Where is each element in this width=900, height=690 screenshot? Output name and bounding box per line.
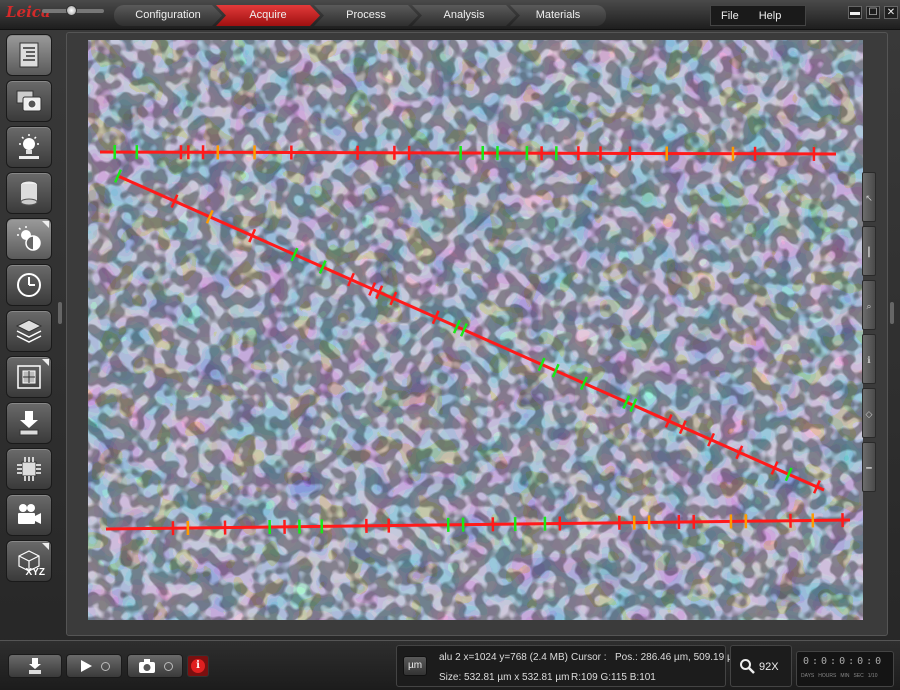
close-button[interactable]: ✕ bbox=[884, 6, 898, 19]
camera-capture-icon bbox=[16, 90, 42, 112]
magnifier-icon bbox=[740, 659, 755, 674]
download-save-icon bbox=[19, 411, 39, 436]
intercept-line-1 bbox=[99, 150, 837, 156]
document-list-icon bbox=[19, 42, 39, 68]
strip-button-3d[interactable]: ◇ bbox=[862, 388, 876, 438]
menu-help[interactable]: Help bbox=[749, 6, 792, 25]
right-panel-handle[interactable] bbox=[890, 302, 894, 324]
image-size: Size: 532.81 µm x 532.81 µm bbox=[439, 672, 570, 683]
menu-file[interactable]: File bbox=[711, 6, 749, 25]
timer-label-days: DAYS bbox=[801, 673, 815, 679]
save-button[interactable] bbox=[8, 654, 62, 678]
cursor-rgb: R:109 G:115 B:101 bbox=[571, 672, 656, 683]
cursor-label: Cursor : bbox=[571, 652, 607, 663]
capture-indicator-icon bbox=[163, 661, 173, 671]
grid-overlay-icon bbox=[17, 365, 41, 389]
timer-label-min: MIN bbox=[840, 673, 850, 679]
download-save-icon bbox=[29, 658, 41, 674]
tab-materials[interactable]: Materials bbox=[510, 5, 606, 26]
status-bar: i µm alu 2 x=1024 y=768 (2.4 MB) Size: 5… bbox=[0, 640, 900, 690]
left-toolbar: XYZ bbox=[6, 34, 56, 586]
pointer-icon: ↖ bbox=[865, 193, 873, 203]
video-record-button[interactable] bbox=[6, 494, 52, 536]
window-controls: ▬ ☐ ✕ bbox=[848, 6, 898, 19]
tab-label: Materials bbox=[535, 9, 581, 21]
timer-label-sec: SEC bbox=[853, 673, 864, 679]
expand-corner-icon bbox=[42, 221, 49, 228]
minimize-button[interactable]: ▬ bbox=[848, 6, 862, 19]
leica-logo: Leica bbox=[6, 3, 51, 21]
illumination-icon bbox=[19, 134, 39, 159]
ui-scale-slider-knob[interactable] bbox=[66, 5, 77, 16]
chip-icon bbox=[17, 457, 41, 481]
timer-label-hours: HOURS bbox=[818, 673, 837, 679]
illumination-button[interactable] bbox=[6, 126, 52, 168]
workflow-tabs: Configuration Acquire Process Analysis M… bbox=[114, 5, 606, 26]
info-icon: i bbox=[191, 659, 205, 673]
timer-labels: DAYS HOURS MIN SEC 1/10 bbox=[801, 673, 878, 679]
timer-digits: 0:0:0:0:0 bbox=[803, 656, 885, 667]
tab-label: Process bbox=[346, 9, 386, 21]
title-bar: Leica Configuration Acquire Process Anal… bbox=[0, 0, 900, 30]
strip-button-ruler[interactable]: ┃ bbox=[862, 226, 876, 276]
xyz-label: XYZ bbox=[25, 567, 45, 578]
image-info: alu 2 x=1024 y=768 (2.4 MB) bbox=[439, 652, 568, 663]
zoom-level: 92X bbox=[759, 661, 779, 673]
strip-button-zoom[interactable]: ⌕ bbox=[862, 280, 876, 330]
video-camera-icon bbox=[18, 504, 41, 524]
live-play-button[interactable] bbox=[66, 654, 122, 678]
live-indicator-icon bbox=[100, 661, 110, 671]
tab-label: Acquire bbox=[249, 9, 287, 21]
info-button[interactable]: i bbox=[187, 655, 209, 677]
tab-configuration[interactable]: Configuration bbox=[114, 5, 222, 26]
timer-display: 0:0:0:0:0 DAYS HOURS MIN SEC 1/10 bbox=[796, 651, 894, 687]
hardware-button[interactable] bbox=[6, 448, 52, 490]
brightness-contrast-button[interactable] bbox=[6, 218, 52, 260]
tab-label: Configuration bbox=[135, 9, 201, 21]
strip-button-scale[interactable]: ━ bbox=[862, 442, 876, 492]
storage-cylinder-icon bbox=[20, 180, 38, 206]
microscope-image[interactable] bbox=[88, 40, 863, 620]
zoom-panel[interactable]: 92X bbox=[730, 645, 792, 687]
tab-process[interactable]: Process bbox=[314, 5, 418, 26]
save-image-button[interactable] bbox=[6, 402, 52, 444]
expand-corner-icon bbox=[42, 359, 49, 366]
image-status-panel: µm alu 2 x=1024 y=768 (2.4 MB) Size: 532… bbox=[396, 645, 741, 687]
maximize-button[interactable]: ☐ bbox=[866, 6, 880, 19]
storage-button[interactable] bbox=[6, 172, 52, 214]
camera-icon bbox=[138, 659, 155, 673]
play-icon bbox=[80, 660, 92, 672]
magnifier-icon: ⌕ bbox=[866, 301, 872, 311]
grain-boundaries bbox=[88, 40, 863, 620]
scale-bar-icon: ━ bbox=[866, 463, 872, 473]
layers-icon bbox=[15, 319, 43, 343]
camera-capture-button[interactable] bbox=[6, 80, 52, 122]
tab-label: Analysis bbox=[443, 9, 485, 21]
brightness-contrast-icon bbox=[17, 226, 41, 251]
right-tool-strip: ↖ ┃ ⌕ ℹ ◇ ━ bbox=[862, 172, 876, 492]
clock-icon bbox=[17, 273, 41, 297]
application-window: Leica Configuration Acquire Process Anal… bbox=[0, 0, 900, 690]
document-list-button[interactable] bbox=[6, 34, 52, 76]
grain-micrograph bbox=[88, 40, 863, 620]
unit-toggle-button[interactable]: µm bbox=[403, 656, 427, 676]
tab-analysis[interactable]: Analysis bbox=[412, 5, 516, 26]
grid-overlay-button[interactable] bbox=[6, 356, 52, 398]
main-menu: File Help bbox=[710, 5, 806, 26]
tab-acquire[interactable]: Acquire bbox=[216, 5, 320, 26]
expand-corner-icon bbox=[42, 543, 49, 550]
cube-icon: ◇ bbox=[865, 409, 873, 419]
snapshot-button[interactable] bbox=[127, 654, 183, 678]
timelapse-button[interactable] bbox=[6, 264, 52, 306]
left-panel-handle[interactable] bbox=[58, 302, 62, 324]
layers-button[interactable] bbox=[6, 310, 52, 352]
strip-button-info[interactable]: ℹ bbox=[862, 334, 876, 384]
cursor-position: Pos.: 286.46 µm, 509.19 µm bbox=[615, 652, 742, 663]
timer-label-tenths: 1/10 bbox=[867, 673, 878, 679]
ruler-icon: ┃ bbox=[866, 247, 872, 257]
strip-button-pointer[interactable]: ↖ bbox=[862, 172, 876, 222]
info-icon: ℹ bbox=[867, 355, 871, 365]
xyz-stage-button[interactable]: XYZ bbox=[6, 540, 52, 582]
